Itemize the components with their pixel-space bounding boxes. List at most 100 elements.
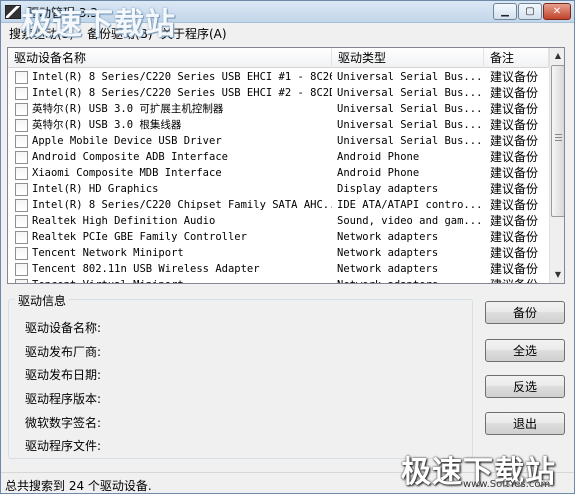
- table-row[interactable]: 英特尔(R) USB 3.0 根集线器 Universal Serial Bus.…: [8, 117, 549, 133]
- grip-icon: [555, 134, 562, 142]
- table-row[interactable]: 英特尔(R) USB 3.0 可扩展主机控制器 Universal Serial …: [8, 101, 549, 117]
- cell-driver-type: Android Phone: [337, 167, 420, 179]
- minimize-icon: ▁: [501, 6, 509, 17]
- row-checkbox[interactable]: [15, 119, 28, 132]
- cell-note: 建议备份: [490, 246, 539, 260]
- cell-note: 建议备份: [490, 182, 539, 196]
- cell-device-name: Intel(R) 8 Series/C220 Series USB EHCI #…: [32, 87, 332, 99]
- cell-driver-type: Universal Serial Bus...: [337, 103, 482, 115]
- cell-device-name: 英特尔(R) USB 3.0 可扩展主机控制器: [32, 103, 224, 115]
- row-checkbox[interactable]: [15, 103, 28, 116]
- table-row[interactable]: Tencent Virtual Miniport Network adapters…: [8, 277, 549, 283]
- row-checkbox[interactable]: [15, 71, 28, 84]
- row-checkbox[interactable]: [15, 247, 28, 260]
- cell-driver-type: Network adapters: [337, 247, 439, 259]
- label-vendor: 驱动发布厂商:: [25, 345, 102, 359]
- row-checkbox[interactable]: [15, 135, 28, 148]
- cell-device-name: Intel(R) 8 Series/C220 Chipset Family SA…: [32, 199, 332, 211]
- app-icon: [5, 5, 21, 19]
- label-driver-files: 驱动程序文件:: [25, 439, 102, 453]
- cell-note: 建议备份: [490, 70, 539, 84]
- cell-driver-type: Sound, video and gam...: [337, 215, 482, 227]
- scroll-thumb[interactable]: [551, 65, 564, 217]
- exit-button[interactable]: 退出: [485, 412, 565, 435]
- cell-device-name: Realtek High Definition Audio: [32, 215, 216, 227]
- cell-driver-type: Android Phone: [337, 151, 420, 163]
- table-row[interactable]: Realtek High Definition Audio Sound, vide…: [8, 213, 549, 229]
- table-row[interactable]: Xiaomi Composite MDB Interface Android Ph…: [8, 165, 549, 181]
- scroll-down-icon[interactable]: ▼: [550, 267, 564, 283]
- row-checkbox[interactable]: [15, 215, 28, 228]
- cell-note: 建议备份: [490, 102, 539, 116]
- row-checkbox[interactable]: [15, 183, 28, 196]
- close-icon: ✕: [552, 6, 562, 17]
- table-row[interactable]: Apple Mobile Device USB Driver Universal …: [8, 133, 549, 149]
- maximize-button[interactable]: ▢: [518, 3, 542, 20]
- cell-note: 建议备份: [490, 150, 539, 164]
- cell-note: 建议备份: [490, 262, 539, 276]
- cell-note: 建议备份: [490, 134, 539, 148]
- watermark-top: 极速下载站: [21, 7, 176, 42]
- driver-list[interactable]: 驱动设备名称 驱动类型 备注 Intel(R) 8 Series/C220 Se…: [7, 47, 565, 284]
- table-row[interactable]: Realtek PCIe GBE Family Controller Networ…: [8, 229, 549, 245]
- label-digital-signature: 微软数字签名:: [25, 416, 102, 430]
- cell-driver-type: Universal Serial Bus...: [337, 135, 482, 147]
- table-row[interactable]: Tencent 802.11n USB Wireless Adapter Netw…: [8, 261, 549, 277]
- column-header-note[interactable]: 备注: [484, 48, 549, 68]
- minimize-button[interactable]: ▁: [493, 3, 517, 20]
- table-row[interactable]: Android Composite ADB Interface Android P…: [8, 149, 549, 165]
- cell-device-name: Realtek PCIe GBE Family Controller: [32, 231, 247, 243]
- watermark-url: www.SoftYes.com: [463, 479, 551, 490]
- vertical-scrollbar[interactable]: ▲ ▼: [549, 48, 564, 283]
- cell-device-name: Intel(R) HD Graphics: [32, 183, 159, 195]
- cell-note: 建议备份: [490, 277, 549, 283]
- scroll-up-icon[interactable]: ▲: [550, 48, 564, 64]
- row-checkbox[interactable]: [15, 263, 28, 276]
- cell-note: 建议备份: [490, 214, 539, 228]
- close-button[interactable]: ✕: [543, 3, 571, 20]
- row-checkbox[interactable]: [15, 87, 28, 100]
- cell-driver-type: Display adapters: [337, 183, 439, 195]
- cell-note: 建议备份: [490, 118, 539, 132]
- cell-device-name: Android Composite ADB Interface: [32, 151, 228, 163]
- table-row[interactable]: Intel(R) 8 Series/C220 Series USB EHCI #…: [8, 69, 549, 85]
- row-checkbox[interactable]: [15, 151, 28, 164]
- maximize-icon: ▢: [525, 6, 535, 17]
- label-driver-version: 驱动程序版本:: [25, 392, 102, 406]
- cell-note: 建议备份: [490, 86, 539, 100]
- row-checkbox[interactable]: [15, 199, 28, 212]
- backup-button[interactable]: 备份: [485, 301, 565, 324]
- cell-driver-type: IDE ATA/ATAPI contro...: [337, 199, 482, 211]
- cell-driver-type: Network adapters: [337, 263, 439, 275]
- table-row[interactable]: Intel(R) 8 Series/C220 Chipset Family SA…: [8, 197, 549, 213]
- invert-selection-button[interactable]: 反选: [485, 375, 565, 398]
- cell-driver-type: Network adapters: [337, 277, 482, 283]
- driver-info-title: 驱动信息: [15, 292, 70, 309]
- column-header-driver-type[interactable]: 驱动类型: [332, 48, 484, 68]
- cell-device-name: Apple Mobile Device USB Driver: [32, 135, 222, 147]
- cell-driver-type: Universal Serial Bus...: [337, 71, 482, 83]
- cell-device-name: Tencent Virtual Miniport: [32, 277, 332, 283]
- table-row[interactable]: Tencent Network Miniport Network adapters…: [8, 245, 549, 261]
- label-release-date: 驱动发布日期:: [25, 368, 102, 382]
- column-header-device-name[interactable]: 驱动设备名称: [8, 48, 332, 68]
- cell-note: 建议备份: [490, 230, 539, 244]
- list-body: Intel(R) 8 Series/C220 Series USB EHCI #…: [8, 69, 549, 283]
- table-row[interactable]: Intel(R) HD Graphics Display adapters 建议备份: [8, 181, 549, 197]
- cell-note: 建议备份: [490, 198, 539, 212]
- main-window: 驱动管理 3.3 ▁ ▢ ✕ 搜索驱动(S) 备份驱动(B) 关于程序(A) 极…: [0, 0, 575, 494]
- label-device-name: 驱动设备名称:: [25, 321, 102, 335]
- cell-driver-type: Network adapters: [337, 231, 439, 243]
- status-text: 总共搜索到 24 个驱动设备.: [5, 479, 152, 493]
- select-all-button[interactable]: 全选: [485, 339, 565, 362]
- table-row[interactable]: Intel(R) 8 Series/C220 Series USB EHCI #…: [8, 85, 549, 101]
- cell-note: 建议备份: [490, 166, 539, 180]
- row-checkbox[interactable]: [15, 231, 28, 244]
- row-checkbox[interactable]: [15, 279, 28, 283]
- cell-driver-type: Universal Serial Bus...: [337, 87, 482, 99]
- list-header: 驱动设备名称 驱动类型 备注: [8, 48, 549, 68]
- cell-device-name: Tencent 802.11n USB Wireless Adapter: [32, 263, 260, 275]
- cell-device-name: Xiaomi Composite MDB Interface: [32, 167, 222, 179]
- row-checkbox[interactable]: [15, 167, 28, 180]
- cell-device-name: Intel(R) 8 Series/C220 Series USB EHCI #…: [32, 71, 332, 83]
